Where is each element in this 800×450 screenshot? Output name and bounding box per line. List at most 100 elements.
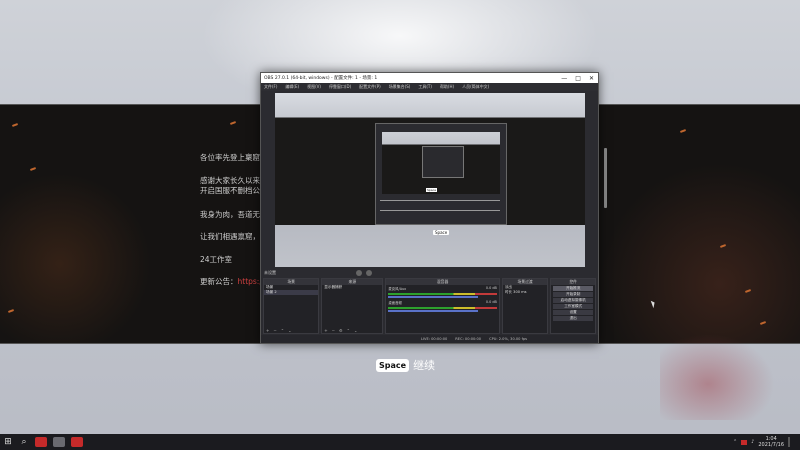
start-icon[interactable]: ⊞ xyxy=(0,434,16,450)
recursive-obs-window: Space xyxy=(375,123,507,225)
rec-status: REC: 00:00:00 xyxy=(455,337,482,341)
scene-bar-label: 未设置 xyxy=(264,270,276,275)
virtual-camera-button[interactable]: 启动虚拟摄像机 xyxy=(553,298,593,303)
continue-hint[interactable]: Space 继续 xyxy=(376,357,435,373)
live-status: LIVE: 00:00:00 xyxy=(421,337,448,341)
space-key-badge: Space xyxy=(376,358,410,372)
menu-tools[interactable]: 工具(T) xyxy=(418,84,432,90)
app-icon[interactable] xyxy=(35,437,47,447)
divider xyxy=(380,200,500,201)
divider xyxy=(380,210,500,211)
controls-body: 开始推流 开始录制 启动虚拟摄像机 工作室模式 设置 退出 xyxy=(551,285,595,333)
gear-icon[interactable]: ⚙ xyxy=(339,328,343,333)
recursive-preview: Space xyxy=(382,132,500,194)
tray-app-icon[interactable] xyxy=(741,439,748,445)
dock-footer: + − ⚙ ⌃ ⌄ xyxy=(322,327,382,333)
scene-list: 场景 场景 2 xyxy=(264,285,319,327)
controls-dock: 控件 开始推流 开始录制 启动虚拟摄像机 工作室模式 设置 退出 xyxy=(550,278,596,334)
gear-icon[interactable] xyxy=(356,270,362,276)
menu-docks[interactable]: 停靠窗口(D) xyxy=(329,84,351,90)
menu-edit[interactable]: 编辑(E) xyxy=(285,84,299,90)
close-icon[interactable]: ✕ xyxy=(589,75,594,82)
menu-file[interactable]: 文件(F) xyxy=(264,84,277,90)
gear-icon[interactable] xyxy=(366,270,372,276)
windows-taskbar: ⊞ ⌕ ⌃ ♪ 1:04 2021/7/16 xyxy=(0,434,800,450)
obs-docks: 场景 场景 场景 2 + − ⌃ ⌄ 来源 显示器捕获 + − ⚙ ⌃ ⌄ 混音器 麦克风/A… xyxy=(261,278,598,334)
audio-meter xyxy=(388,293,497,295)
up-icon[interactable]: ⌃ xyxy=(281,328,284,333)
duration-row: 时长 300 ms xyxy=(503,290,548,295)
announcement-line: 24工作室 xyxy=(200,255,233,264)
panel-scrollbar[interactable] xyxy=(604,148,607,208)
settings-button[interactable]: 设置 xyxy=(553,310,593,315)
speaker-icon[interactable]: ♪ xyxy=(751,439,754,445)
sources-dock: 来源 显示器捕获 + − ⚙ ⌃ ⌄ xyxy=(321,278,384,334)
list-item[interactable]: 场景 2 xyxy=(264,290,319,295)
studio-mode-button[interactable]: 工作室模式 xyxy=(553,304,593,309)
menu-view[interactable]: 视图(V) xyxy=(307,84,321,90)
app-icon[interactable] xyxy=(71,437,83,447)
start-streaming-button[interactable]: 开始推流 xyxy=(553,286,593,291)
scene-bar: 未设置 xyxy=(261,269,598,277)
exit-button[interactable]: 退出 xyxy=(553,316,593,321)
source-list: 显示器捕获 xyxy=(322,285,382,327)
menu-scene-collection[interactable]: 场景集合(S) xyxy=(389,84,411,90)
start-recording-button[interactable]: 开始录制 xyxy=(553,292,593,297)
menu-user[interactable]: 人员(简体中文) xyxy=(462,84,489,90)
announcement-line: 开启国服不删档公 xyxy=(200,186,260,195)
maximize-icon[interactable]: □ xyxy=(575,75,581,82)
minimize-icon[interactable]: — xyxy=(561,75,567,82)
volume-slider[interactable] xyxy=(388,296,479,298)
menu-help[interactable]: 帮助(H) xyxy=(440,84,454,90)
scenes-dock: 场景 场景 场景 2 + − ⌃ ⌄ xyxy=(263,278,320,334)
space-key-badge: Space xyxy=(433,230,450,235)
channel-db: 0.0 dB xyxy=(485,286,497,290)
duration-input[interactable]: 300 ms xyxy=(513,290,526,294)
mixer-dock: 混音器 麦克风/Aux 0.0 dB 桌面音频 0.0 dB xyxy=(385,278,500,334)
show-desktop-button[interactable] xyxy=(788,437,790,447)
announcement-line: 各位率先登上稟窟 xyxy=(200,153,260,162)
update-link[interactable]: https:/ xyxy=(238,277,262,286)
down-icon[interactable]: ⌄ xyxy=(288,328,291,333)
space-key-badge: Space xyxy=(426,188,438,192)
remove-icon[interactable]: − xyxy=(332,328,335,333)
add-icon[interactable]: + xyxy=(324,328,327,333)
volume-slider[interactable] xyxy=(388,310,479,312)
recursive-preview-nested xyxy=(422,146,464,178)
transition-body: 淡出 时长 300 ms xyxy=(503,285,548,333)
obs-titlebar[interactable]: OBS 27.0.1 (64-bit, windows) - 配置文件: 1 -… xyxy=(261,73,598,83)
down-icon[interactable]: ⌄ xyxy=(354,328,357,333)
scene-bar-controls xyxy=(356,270,372,276)
mixer-channel: 麦克风/Aux 0.0 dB xyxy=(386,285,498,292)
continue-label: 继续 xyxy=(413,359,436,372)
app-icon[interactable] xyxy=(53,437,65,447)
remove-icon[interactable]: − xyxy=(273,328,276,333)
channel-name: 桌面音频 xyxy=(388,301,402,305)
duration-label: 时长 xyxy=(504,290,512,294)
obs-statusbar: LIVE: 00:00:00 REC: 00:00:00 CPU: 2.0%, … xyxy=(261,335,598,343)
up-icon[interactable]: ⌃ xyxy=(347,328,350,333)
dock-footer: + − ⌃ ⌄ xyxy=(264,327,318,333)
obs-window-title: OBS 27.0.1 (64-bit, windows) - 配置文件: 1 -… xyxy=(264,76,378,81)
update-notice-label: 更新公告： xyxy=(200,277,238,286)
add-icon[interactable]: + xyxy=(266,328,269,333)
menu-profile[interactable]: 配置文件(P) xyxy=(359,84,381,90)
channel-name: 麦克风/Aux xyxy=(388,287,407,291)
cpu-status: CPU: 2.0%, 30.00 fps xyxy=(489,337,528,341)
chevron-up-icon[interactable]: ⌃ xyxy=(733,439,737,445)
audio-meter xyxy=(388,307,497,309)
system-tray: ⌃ ♪ 1:04 2021/7/16 xyxy=(733,436,800,448)
clock[interactable]: 1:04 2021/7/16 xyxy=(758,436,784,448)
obs-preview[interactable]: Space Space xyxy=(275,93,585,267)
channel-db: 0.0 dB xyxy=(485,300,497,304)
mixer-body: 麦克风/Aux 0.0 dB 桌面音频 0.0 dB xyxy=(386,285,498,333)
mixer-channel: 桌面音频 0.0 dB xyxy=(386,299,498,306)
obs-menubar: 文件(F) 编辑(E) 视图(V) 停靠窗口(D) 配置文件(P) 场景集合(S… xyxy=(261,83,598,91)
update-notice: 更新公告：https:/ xyxy=(200,276,262,287)
transitions-dock: 场景过渡 淡出 时长 300 ms xyxy=(501,278,549,334)
clock-date: 2021/7/16 xyxy=(758,442,784,448)
announcement-line: 我身为肉，吾道无 xyxy=(200,210,260,219)
search-icon[interactable]: ⌕ xyxy=(16,434,32,450)
list-item[interactable]: 显示器捕获 xyxy=(322,285,382,290)
obs-window[interactable]: OBS 27.0.1 (64-bit, windows) - 配置文件: 1 -… xyxy=(260,72,599,344)
